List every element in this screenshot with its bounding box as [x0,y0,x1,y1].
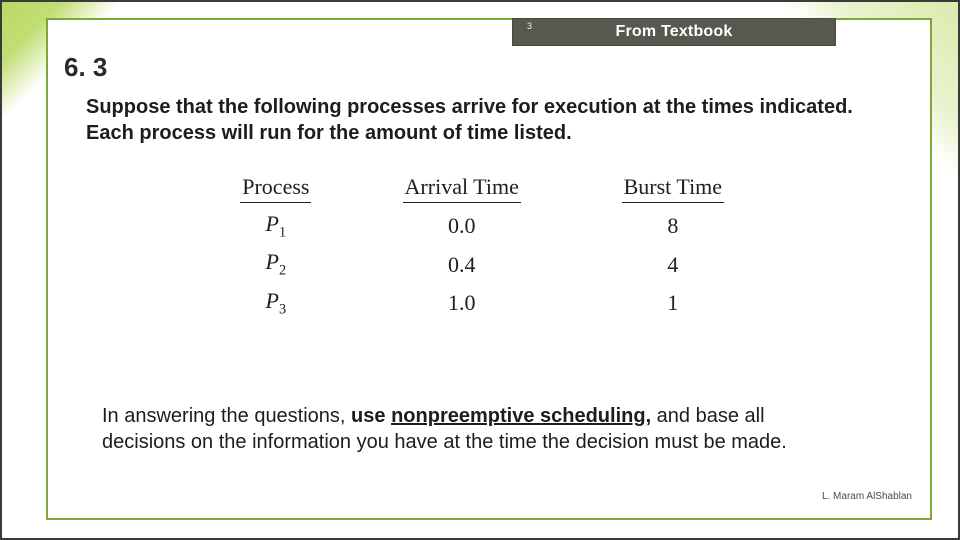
col-burst: Burst Time [622,174,724,203]
arrival-cell: 1.0 [350,284,574,322]
instr-bold-pre: use [351,405,391,427]
arrival-cell: 0.0 [350,207,574,245]
col-arrival: Arrival Time [403,174,521,203]
process-name: P2 [266,249,287,274]
slide-frame: 3 From Textbook 6. 3 Suppose that the fo… [0,0,960,540]
burst-cell: 4 [574,245,772,283]
intro-paragraph: Suppose that the following processes arr… [86,94,886,146]
table-row: P1 0.0 8 [202,207,772,245]
page-number: 3 [527,21,532,31]
source-tag: 3 From Textbook [512,18,836,46]
author-credit: L. Maram AlShablan [822,491,912,502]
process-table: Process Arrival Time Burst Time P1 0.0 8… [202,172,772,322]
instr-underline: nonpreemptive scheduling [391,405,645,427]
section-number: 6. 3 [64,52,107,83]
burst-cell: 8 [574,207,772,245]
table-row: P2 0.4 4 [202,245,772,283]
process-name: P3 [266,288,287,313]
instruction-paragraph: In answering the questions, use nonpreem… [102,404,822,455]
table-row: P3 1.0 1 [202,284,772,322]
instr-lead: In answering the questions, [102,405,351,427]
burst-cell: 1 [574,284,772,322]
source-label: From Textbook [513,23,835,41]
table-header-row: Process Arrival Time Burst Time [202,172,772,207]
process-name: P1 [266,211,287,236]
col-process: Process [240,174,311,203]
arrival-cell: 0.4 [350,245,574,283]
